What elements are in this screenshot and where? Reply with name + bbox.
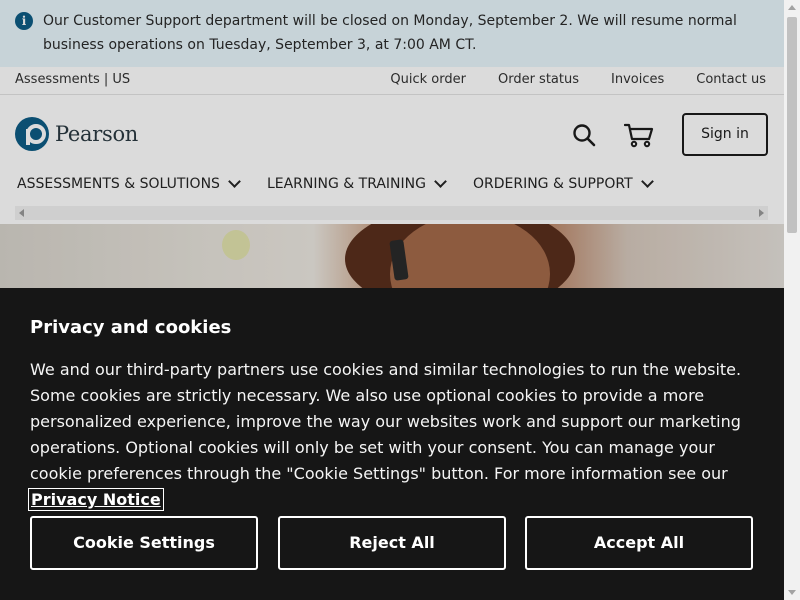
cookie-body-text: We and our third-party partners use cook…	[30, 360, 742, 483]
nav-item-learning[interactable]: LEARNING & TRAINING	[266, 175, 447, 192]
announcement-text: Our Customer Support department will be …	[43, 13, 737, 53]
reject-all-button[interactable]: Reject All	[278, 516, 506, 570]
site-header: Pearson Sign in ASSESSMENTS & SOLUTIONS …	[0, 96, 784, 224]
chevron-down-icon	[640, 175, 654, 188]
nav-item-assessments[interactable]: ASSESSMENTS & SOLUTIONS	[17, 175, 241, 192]
scroll-right-icon[interactable]	[759, 209, 764, 217]
hero-lamp	[222, 230, 250, 260]
cart-icon[interactable]	[624, 122, 654, 148]
cookie-settings-button[interactable]: Cookie Settings	[30, 516, 258, 570]
accept-all-button[interactable]: Accept All	[525, 516, 753, 570]
scroll-down-icon[interactable]	[788, 590, 796, 595]
nav-item-label: LEARNING & TRAINING	[266, 176, 426, 192]
nav-item-label: ORDERING & SUPPORT	[472, 176, 633, 192]
invoices-link[interactable]: Invoices	[611, 72, 664, 87]
quick-order-link[interactable]: Quick order	[390, 72, 466, 87]
vertical-scrollbar[interactable]	[784, 0, 800, 600]
logo-wordmark: Pearson	[55, 122, 139, 146]
sign-in-button[interactable]: Sign in	[682, 113, 768, 156]
cookie-title: Privacy and cookies	[30, 317, 232, 338]
utility-links: Quick order Order status Invoices Contac…	[390, 72, 766, 87]
chevron-down-icon	[434, 175, 447, 188]
contact-us-link[interactable]: Contact us	[696, 72, 766, 87]
utility-bar: Assessments | US Quick order Order statu…	[0, 67, 784, 95]
horizontal-scrollbar[interactable]	[15, 206, 768, 220]
pearson-logo-icon	[15, 117, 49, 151]
hero-image	[0, 224, 784, 288]
region-label: Assessments | US	[15, 72, 131, 87]
nav-item-label: ASSESSMENTS & SOLUTIONS	[17, 176, 220, 192]
order-status-link[interactable]: Order status	[498, 72, 579, 87]
hero-person-face	[390, 224, 550, 288]
pearson-logo[interactable]: Pearson	[15, 116, 138, 152]
main-nav: ASSESSMENTS & SOLUTIONS LEARNING & TRAIN…	[17, 175, 654, 192]
search-icon[interactable]	[572, 123, 596, 147]
scroll-left-icon[interactable]	[19, 209, 24, 217]
scroll-up-icon[interactable]	[788, 5, 796, 10]
nav-item-ordering[interactable]: ORDERING & SUPPORT	[472, 175, 654, 192]
info-icon: i	[15, 12, 33, 30]
cookie-banner: Privacy and cookies We and our third-par…	[0, 288, 784, 600]
scrollbar-thumb[interactable]	[787, 17, 797, 233]
privacy-notice-link[interactable]: Privacy Notice	[28, 488, 164, 511]
chevron-down-icon	[228, 175, 241, 188]
announcement-bar: i Our Customer Support department will b…	[0, 0, 784, 67]
cookie-body: We and our third-party partners use cook…	[28, 357, 760, 513]
